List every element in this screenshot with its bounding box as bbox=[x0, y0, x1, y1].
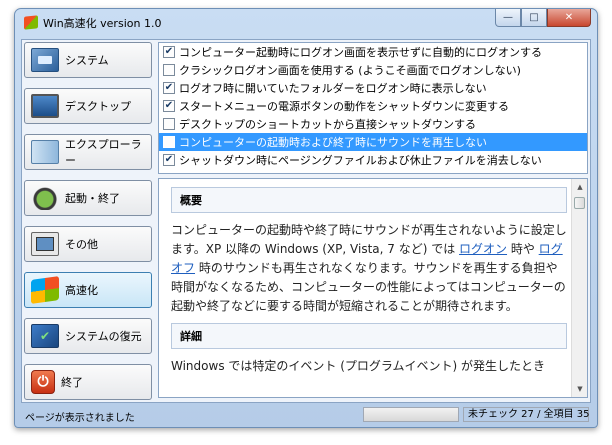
option-checkbox-4[interactable] bbox=[163, 118, 175, 130]
logon-link[interactable]: ログオン bbox=[459, 242, 507, 256]
option-checkbox-5[interactable] bbox=[163, 136, 175, 148]
nav-label: システム bbox=[65, 54, 109, 67]
option-row-selected[interactable]: コンピューターの起動時および終了時にサウンドを再生しない bbox=[159, 133, 587, 151]
option-row[interactable]: クラシックログオン画面を使用する (ようこそ画面でログオンしない) bbox=[159, 61, 587, 79]
title-bar[interactable]: Win高速化 version 1.0 — □ ✕ bbox=[15, 9, 597, 35]
windows-logo-icon bbox=[31, 276, 59, 304]
detail-text: Windows では特定のイベント (プログラムイベント) が発生したとき bbox=[171, 359, 546, 373]
scroll-thumb[interactable] bbox=[574, 197, 585, 209]
explorer-icon bbox=[31, 140, 59, 164]
option-label: スタートメニューの電源ボタンの動作をシャットダウンに変更する bbox=[179, 100, 509, 113]
nav-button-speedup[interactable]: 高速化 bbox=[24, 272, 152, 308]
window-title: Win高速化 version 1.0 bbox=[43, 17, 162, 30]
vertical-scrollbar[interactable]: ▲ ▼ bbox=[571, 179, 587, 397]
overview-text: コンピューターの起動時や終了時にサウンドが再生されないように設定します。XP 以… bbox=[171, 223, 567, 313]
option-checkbox-3[interactable]: ✔ bbox=[163, 100, 175, 112]
nav-label: その他 bbox=[65, 238, 98, 251]
option-checkbox-2[interactable]: ✔ bbox=[163, 82, 175, 94]
nav-label: エクスプローラー bbox=[65, 138, 142, 167]
option-label: シャットダウン時にページングファイルおよび休止ファイルを消去しない bbox=[179, 154, 542, 167]
nav-label: 高速化 bbox=[65, 284, 98, 297]
client-area: システム デスクトップ エクスプローラー 起動・終了 その他 高速化 ✔ システ… bbox=[21, 39, 591, 403]
minimize-button[interactable]: — bbox=[495, 9, 521, 27]
nav-button-system-restore[interactable]: システムの復元 bbox=[24, 318, 152, 354]
option-row[interactable]: ✔ コンピューター起動時にログオン画面を表示せずに自動的にログオンする bbox=[159, 43, 587, 61]
exit-button[interactable]: ⏻ 終了 bbox=[24, 364, 152, 400]
option-label: ログオフ時に開いていたフォルダーをログオン時に表示しない bbox=[179, 82, 487, 95]
progress-bar bbox=[363, 407, 459, 422]
app-window: Win高速化 version 1.0 — □ ✕ システム デスクトップ エクス… bbox=[14, 8, 598, 428]
option-row[interactable]: ✔ ログオフ時に開いていたフォルダーをログオン時に表示しない bbox=[159, 79, 587, 97]
status-bar: ページが表示されました 未チェック 27 / 全項目 35 bbox=[21, 405, 591, 425]
option-checkbox-0[interactable]: ✔ bbox=[163, 46, 175, 58]
option-checkbox-6[interactable]: ✔ bbox=[163, 154, 175, 166]
overview-heading: 概要 bbox=[171, 187, 567, 213]
nav-button-system[interactable]: システム bbox=[24, 42, 152, 78]
restore-icon bbox=[31, 324, 59, 348]
app-logo-icon bbox=[24, 15, 38, 30]
option-label: クラシックログオン画面を使用する (ようこそ画面でログオンしない) bbox=[179, 64, 521, 77]
scroll-up-icon[interactable]: ▲ bbox=[572, 179, 587, 195]
other-icon bbox=[31, 232, 59, 256]
option-label: コンピューターの起動時および終了時にサウンドを再生しない bbox=[179, 136, 487, 149]
status-message: ページが表示されました bbox=[25, 413, 135, 424]
nav-button-desktop[interactable]: デスクトップ bbox=[24, 88, 152, 124]
nav-button-other[interactable]: その他 bbox=[24, 226, 152, 262]
exit-icon: ⏻ bbox=[31, 370, 55, 394]
option-label: デスクトップのショートカットから直接シャットダウンする bbox=[179, 118, 476, 131]
description-pane[interactable]: 概要 コンピューターの起動時や終了時にサウンドが再生されないように設定します。X… bbox=[158, 178, 588, 398]
option-row[interactable]: ✔ スタートメニューの電源ボタンの動作をシャットダウンに変更する bbox=[159, 97, 587, 115]
detail-heading: 詳細 bbox=[171, 323, 567, 349]
option-checkbox-1[interactable] bbox=[163, 64, 175, 76]
system-icon bbox=[31, 48, 59, 72]
desktop-icon bbox=[31, 94, 59, 118]
option-label: コンピューター起動時にログオン画面を表示せずに自動的にログオンする bbox=[179, 46, 542, 59]
nav-label: システムの復元 bbox=[65, 330, 142, 343]
scroll-down-icon[interactable]: ▼ bbox=[572, 381, 587, 397]
nav-label: 起動・終了 bbox=[65, 192, 120, 205]
option-row[interactable]: デスクトップのショートカットから直接シャットダウンする bbox=[159, 115, 587, 133]
power-icon bbox=[31, 186, 59, 210]
maximize-button[interactable]: □ bbox=[521, 9, 547, 27]
nav-button-explorer[interactable]: エクスプローラー bbox=[24, 134, 152, 170]
close-button[interactable]: ✕ bbox=[547, 9, 591, 27]
nav-label: デスクトップ bbox=[65, 100, 131, 113]
item-count: 未チェック 27 / 全項目 35 bbox=[463, 407, 590, 422]
nav-button-startup-shutdown[interactable]: 起動・終了 bbox=[24, 180, 152, 216]
option-row[interactable]: ✔ シャットダウン時にページングファイルおよび休止ファイルを消去しない bbox=[159, 151, 587, 169]
nav-label: 終了 bbox=[61, 376, 83, 389]
options-checklist: ✔ コンピューター起動時にログオン画面を表示せずに自動的にログオンする クラシッ… bbox=[158, 42, 588, 174]
